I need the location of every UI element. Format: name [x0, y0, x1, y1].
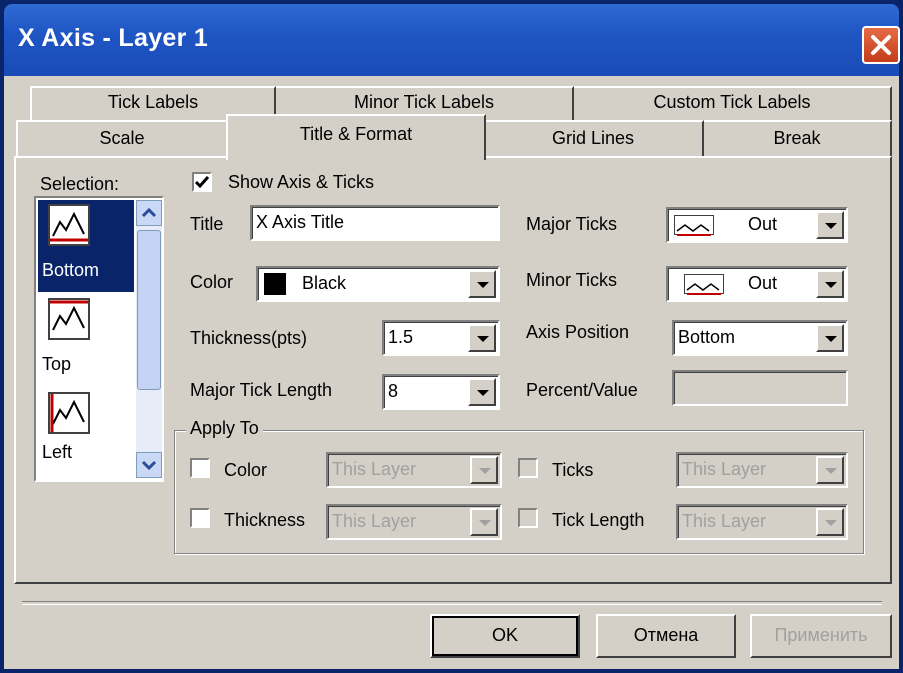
- axis-position-dropdown[interactable]: Bottom: [672, 320, 848, 356]
- apply-ticks-value: This Layer: [682, 459, 767, 479]
- selection-list[interactable]: Bottom Top Left: [34, 196, 164, 482]
- cancel-button[interactable]: Отмена: [596, 614, 736, 658]
- list-item-label: Bottom: [42, 260, 100, 280]
- title-label: Title: [190, 214, 224, 234]
- minor-ticks-dropdown-arrow[interactable]: [816, 270, 844, 298]
- list-item-bottom[interactable]: Bottom: [38, 200, 134, 292]
- apply-button[interactable]: Применить: [750, 614, 892, 658]
- apply-ticks-dropdown[interactable]: This Layer: [676, 452, 848, 488]
- apply-ticks-checkbox[interactable]: [518, 458, 538, 478]
- scroll-down-button[interactable]: [136, 452, 162, 478]
- thickness-dropdown[interactable]: 1.5: [382, 320, 500, 356]
- axis-position-value: Bottom: [678, 327, 736, 347]
- tab-label: Scale: [99, 128, 145, 148]
- separator: [22, 601, 882, 605]
- color-swatch: [264, 273, 286, 296]
- tab-label: Minor Tick Labels: [353, 92, 495, 112]
- tab-scale[interactable]: Scale: [16, 120, 228, 156]
- apply-color-value: This Layer: [332, 459, 417, 479]
- close-icon: [871, 35, 891, 55]
- title-input[interactable]: X Axis Title: [250, 205, 500, 241]
- color-dropdown[interactable]: Black: [256, 266, 500, 302]
- major-ticks-value: Out: [748, 214, 778, 234]
- tab-grid-lines[interactable]: Grid Lines: [484, 120, 704, 156]
- apply-ticks-dropdown-arrow[interactable]: [816, 456, 844, 484]
- thickness-dropdown-arrow[interactable]: [468, 324, 496, 352]
- apply-tick-length-dropdown-arrow[interactable]: [816, 508, 844, 536]
- major-tick-length-value: 8: [388, 381, 399, 401]
- checkmark-icon: [194, 176, 210, 189]
- apply-tick-length-dropdown[interactable]: This Layer: [676, 504, 848, 540]
- color-value: Black: [302, 273, 347, 293]
- axis-position-dropdown-arrow[interactable]: [816, 324, 844, 352]
- apply-color-label: Color: [224, 460, 268, 480]
- apply-color-checkbox[interactable]: [190, 458, 210, 478]
- show-axis-label: Show Axis & Ticks: [228, 172, 375, 192]
- percent-value-label: Percent/Value: [526, 380, 638, 400]
- tab-custom-tick-labels[interactable]: Custom Tick Labels: [574, 86, 892, 120]
- apply-thickness-label: Thickness: [224, 510, 306, 530]
- window-title: X Axis - Layer 1: [18, 24, 209, 52]
- major-ticks-dropdown-arrow[interactable]: [816, 211, 844, 239]
- color-label: Color: [190, 272, 234, 292]
- list-item-left[interactable]: Left: [38, 388, 134, 480]
- apply-thickness-value: This Layer: [332, 511, 417, 531]
- major-ticks-label: Major Ticks: [526, 214, 618, 234]
- scroll-thumb[interactable]: [137, 230, 161, 390]
- minor-ticks-label: Minor Ticks: [526, 270, 618, 290]
- minor-ticks-dropdown[interactable]: Out: [666, 266, 848, 302]
- apply-color-dropdown-arrow[interactable]: [470, 456, 498, 484]
- tab-break[interactable]: Break: [704, 120, 892, 156]
- minor-ticks-value: Out: [748, 273, 778, 293]
- apply-color-dropdown[interactable]: This Layer: [326, 452, 502, 488]
- apply-thickness-checkbox[interactable]: [190, 508, 210, 528]
- list-item-label: Left: [42, 442, 73, 462]
- percent-value-input[interactable]: [672, 370, 848, 406]
- show-axis-checkbox[interactable]: [192, 172, 212, 192]
- major-tick-length-label: Major Tick Length: [190, 380, 333, 400]
- dialog-window: X Axis - Layer 1 Tick Labels Minor Tick …: [0, 0, 903, 673]
- axis-top-icon: [48, 298, 90, 340]
- title-bar[interactable]: X Axis - Layer 1: [4, 4, 900, 76]
- axis-position-label: Axis Position: [526, 322, 630, 342]
- apply-tick-length-label: Tick Length: [552, 510, 645, 530]
- axis-bottom-icon: [48, 204, 90, 246]
- apply-ticks-label: Ticks: [552, 460, 594, 480]
- major-ticks-dropdown[interactable]: Out: [666, 207, 848, 243]
- major-tick-length-dropdown-arrow[interactable]: [468, 378, 496, 406]
- tab-label: Custom Tick Labels: [653, 92, 811, 112]
- list-item-top[interactable]: Top: [38, 294, 134, 386]
- tab-label: Break: [773, 128, 821, 148]
- tick-style-icon: [684, 274, 724, 295]
- thickness-label: Thickness(pts): [190, 328, 308, 348]
- ok-button[interactable]: OK: [430, 614, 580, 658]
- axis-left-icon: [48, 392, 90, 434]
- thickness-value: 1.5: [388, 327, 414, 347]
- chevron-down-icon: [141, 460, 157, 471]
- color-dropdown-arrow[interactable]: [468, 270, 496, 298]
- list-item-label: Top: [42, 354, 72, 374]
- tab-label: Grid Lines: [551, 128, 635, 148]
- tick-style-icon: [674, 215, 714, 236]
- selection-scrollbar[interactable]: [136, 200, 162, 478]
- apply-tick-length-checkbox[interactable]: [518, 508, 538, 528]
- chevron-up-icon: [141, 207, 157, 218]
- selection-label: Selection:: [40, 174, 120, 194]
- close-button[interactable]: [862, 26, 900, 64]
- scroll-up-button[interactable]: [136, 200, 162, 226]
- tab-label: Tick Labels: [107, 92, 199, 112]
- apply-tick-length-value: This Layer: [682, 511, 767, 531]
- major-tick-length-dropdown[interactable]: 8: [382, 374, 500, 410]
- apply-thickness-dropdown-arrow[interactable]: [470, 508, 498, 536]
- apply-to-title: Apply To: [186, 418, 263, 439]
- tab-title-format[interactable]: Title & Format: [226, 114, 486, 160]
- apply-thickness-dropdown[interactable]: This Layer: [326, 504, 502, 540]
- tab-label: Title & Format: [299, 124, 413, 144]
